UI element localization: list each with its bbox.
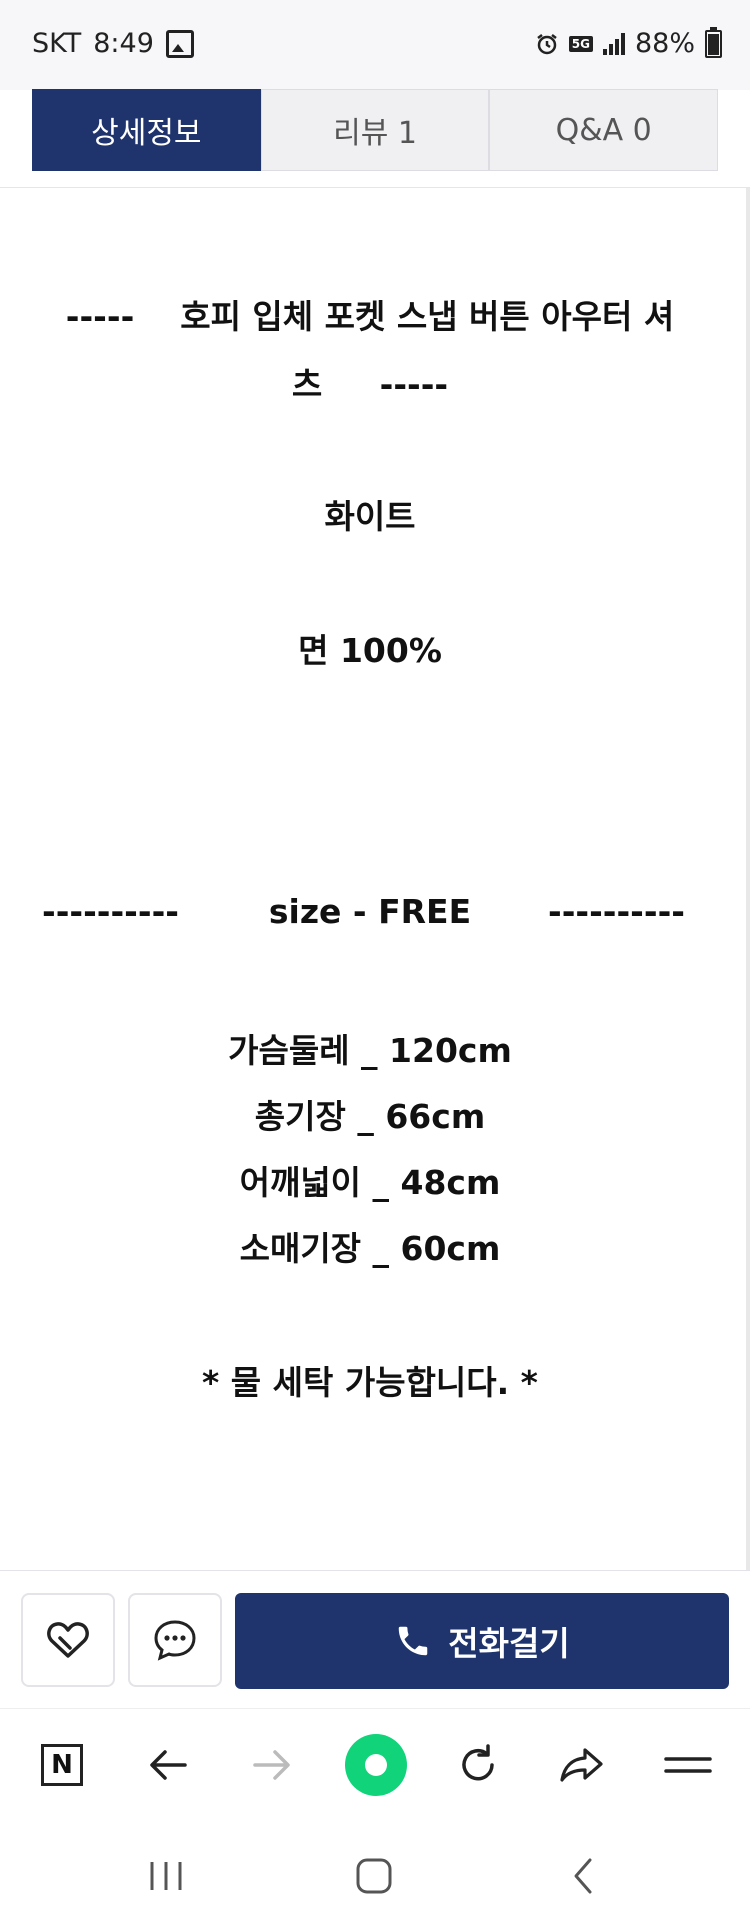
product-description: ----- 호피 입체 포켓 스냅 버튼 아우터 셔 츠 ----- 화이트 면… — [0, 188, 740, 1570]
naver-home-button[interactable]: N — [34, 1737, 90, 1793]
measurement-shoulder: 어깨넓이 _ 48cm — [239, 1163, 501, 1202]
back-button[interactable] — [140, 1737, 196, 1793]
phone-icon — [399, 1626, 428, 1656]
call-button-label: 전화걸기 — [448, 1624, 570, 1663]
status-right: 5G 88% — [535, 26, 722, 59]
green-dot-button[interactable] — [344, 1733, 408, 1797]
status-bar: SKT 8:49 5G 88% — [0, 0, 750, 90]
bottom-action-bar: 전화걸기 — [0, 1570, 750, 1709]
clock: 8:49 — [93, 28, 154, 59]
naver-logo-icon: N — [41, 1744, 83, 1786]
tab-reviews[interactable]: 리뷰 1 — [260, 89, 490, 171]
system-back-icon[interactable] — [568, 1856, 598, 1896]
heart-icon — [47, 1622, 89, 1658]
measurement-length: 총기장 _ 66cm — [254, 1097, 486, 1136]
detail-tabs: 상세정보 리뷰 1 Q&A 0 — [32, 89, 719, 171]
network-type-badge: 5G — [568, 35, 593, 52]
refresh-icon — [462, 1744, 494, 1781]
size-dashes-right: ---------- — [548, 892, 685, 931]
product-title-line-1: ----- 호피 입체 포켓 스냅 버튼 아우터 셔 — [65, 297, 675, 336]
washing-note: * 물 세탁 가능합니다. * — [202, 1363, 538, 1402]
product-title-line-2: 츠 ----- — [291, 365, 449, 404]
system-navigation-bar — [0, 1818, 750, 1922]
menu-button[interactable] — [660, 1737, 716, 1793]
menu-icon — [664, 1757, 712, 1773]
call-button[interactable]: 전화걸기 — [235, 1593, 729, 1689]
chat-button[interactable] — [128, 1593, 222, 1687]
battery-icon — [705, 26, 722, 58]
alarm-icon — [537, 33, 557, 54]
arrow-left-icon — [150, 1750, 187, 1780]
tab-details[interactable]: 상세정보 — [32, 89, 261, 171]
recent-apps-icon[interactable] — [146, 1858, 186, 1894]
arrow-right-icon — [253, 1750, 290, 1780]
status-left: SKT 8:49 — [32, 28, 194, 59]
carrier: SKT — [32, 28, 82, 59]
battery-percent: 88% — [634, 28, 695, 59]
signal-icon — [602, 32, 625, 55]
measurement-sleeve: 소매기장 _ 60cm — [239, 1229, 501, 1268]
image-notification-icon — [165, 29, 194, 58]
share-button[interactable] — [554, 1737, 610, 1793]
refresh-button[interactable] — [450, 1737, 506, 1793]
content-scrollbar[interactable] — [746, 188, 750, 1570]
product-material: 면 100% — [298, 631, 442, 670]
measurement-chest: 가슴둘레 _ 120cm — [228, 1031, 512, 1070]
green-dot-icon — [345, 1734, 407, 1796]
wishlist-button[interactable] — [21, 1593, 115, 1687]
chat-bubble-icon — [154, 1620, 196, 1661]
product-color: 화이트 — [324, 497, 416, 536]
share-arrow-icon — [560, 1748, 603, 1782]
browser-toolbar: N — [0, 1708, 750, 1819]
home-icon[interactable] — [354, 1856, 394, 1896]
forward-button[interactable] — [244, 1737, 300, 1793]
tab-qna[interactable]: Q&A 0 — [489, 89, 719, 171]
